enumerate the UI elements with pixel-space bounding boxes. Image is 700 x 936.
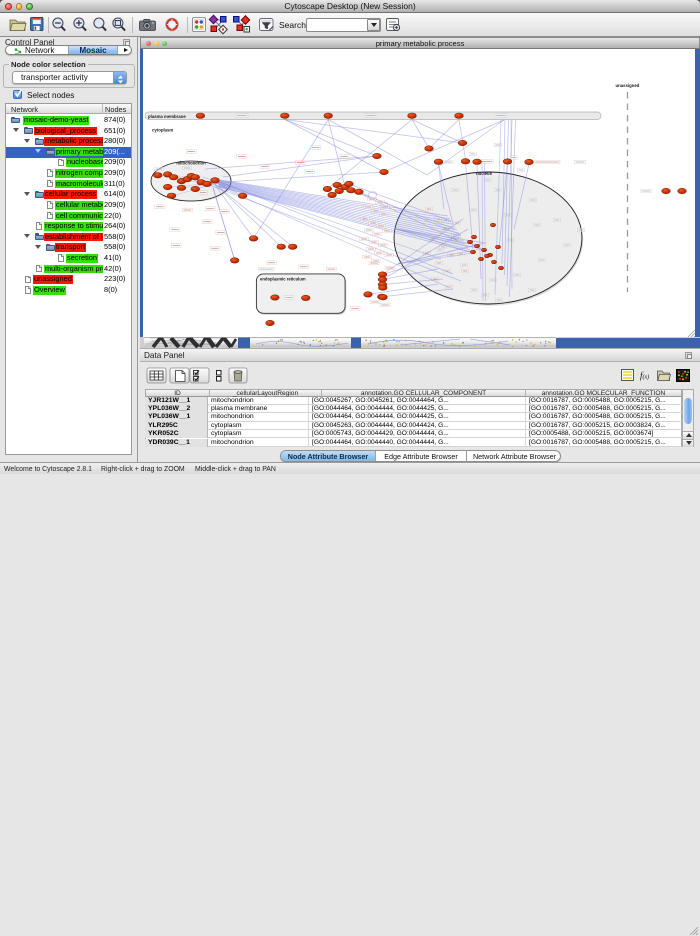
- svg-text:plasma membrane: plasma membrane: [148, 114, 186, 119]
- svg-text:unassigned: unassigned: [616, 83, 640, 88]
- svg-text:mitochondrion: mitochondrion: [176, 161, 206, 166]
- svg-text:f(x): f(x): [640, 371, 649, 381]
- svg-text:cytoplasm: cytoplasm: [152, 128, 173, 133]
- svg-text:endoplasmic reticulum: endoplasmic reticulum: [260, 277, 306, 282]
